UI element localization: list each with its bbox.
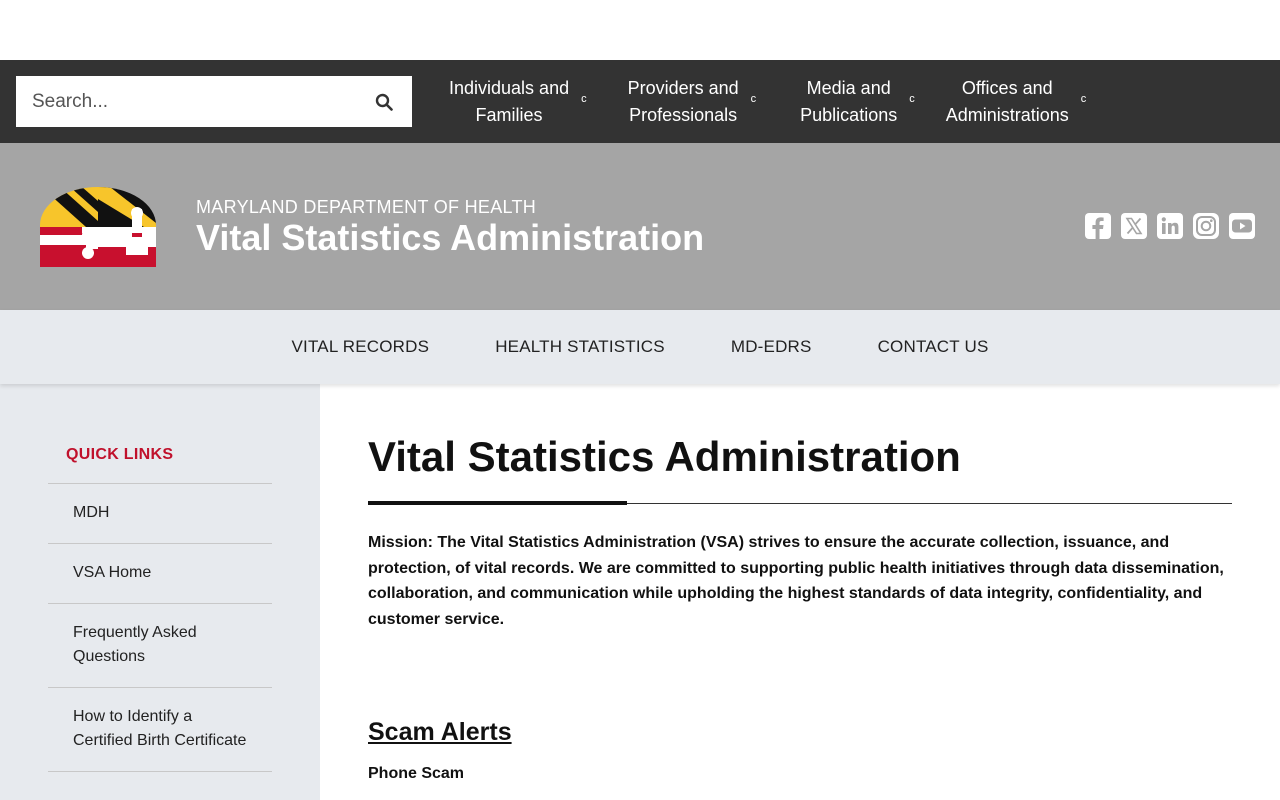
quick-links-title: QUICK LINKS (48, 446, 272, 484)
instagram-icon[interactable] (1192, 212, 1220, 240)
main-nav-label: Providers and Professionals (627, 77, 739, 125)
quick-link-identify-birth-certificate[interactable]: How to Identify a Certified Birth Certif… (48, 688, 272, 772)
mission-statement: Mission: The Vital Statistics Administra… (368, 534, 1224, 628)
chevron-down-icon: c (750, 93, 757, 105)
main-content: Vital Statistics Administration Mission:… (320, 384, 1280, 800)
search-box[interactable] (16, 76, 412, 127)
sub-nav-contact-us[interactable]: CONTACT US (878, 337, 989, 357)
search-icon[interactable] (374, 92, 394, 112)
chevron-down-icon: c (1080, 93, 1087, 105)
banner-titles: MARYLAND DEPARTMENT OF HEALTH Vital Stat… (196, 197, 704, 257)
site-banner: MARYLAND DEPARTMENT OF HEALTH Vital Stat… (0, 143, 1280, 310)
main-nav-providers-professionals[interactable]: Providers and Professionals c (628, 75, 757, 129)
scam-alerts-link[interactable]: Scam Alerts (368, 718, 512, 747)
sub-nav-vital-records[interactable]: VITAL RECORDS (292, 337, 430, 357)
quick-link-mdh[interactable]: MDH (48, 484, 272, 544)
department-name: MARYLAND DEPARTMENT OF HEALTH (196, 196, 537, 217)
youtube-icon[interactable] (1228, 212, 1256, 240)
facebook-icon[interactable] (1084, 212, 1112, 240)
chevron-down-icon: c (909, 93, 915, 105)
quick-link-faq[interactable]: Frequently Asked Questions (48, 604, 272, 688)
content-area: QUICK LINKS MDH VSA Home Frequently Aske… (0, 384, 1280, 800)
top-bar: Individuals andFamilies c Providers andP… (0, 60, 1280, 143)
linkedin-icon[interactable] (1156, 212, 1184, 240)
maryland-flag-logo[interactable] (40, 186, 156, 267)
phone-scam-heading: Phone Scam (368, 765, 465, 782)
main-nav-label: Individuals and Families (449, 77, 570, 125)
chevron-down-icon: c (581, 93, 587, 105)
social-links (1084, 212, 1256, 240)
divider-accent-line (368, 501, 627, 505)
main-nav-offices-administrations[interactable]: Offices and Administrations c (946, 75, 1087, 129)
search-input[interactable] (32, 90, 352, 113)
main-nav-label: Offices and Administrations (945, 77, 1069, 125)
main-nav: Individuals and Families c Providers and P… (412, 60, 1086, 143)
main-nav-media-publications[interactable]: Media and Publications c (800, 75, 915, 129)
title-divider (368, 501, 1232, 505)
main-nav-label: Media and Publications (800, 77, 898, 125)
sub-nav-md-edrs[interactable]: MD-EDRS (731, 337, 812, 357)
sub-nav-health-statistics[interactable]: HEALTH STATISTICS (495, 337, 665, 357)
agency-name[interactable]: Vital Statistics Administration (196, 218, 704, 257)
quick-link-vsa-home[interactable]: VSA Home (48, 544, 272, 604)
page-title: Vital Statistics Administration (368, 433, 961, 480)
top-whitespace (0, 0, 1280, 60)
x-twitter-icon[interactable] (1120, 212, 1148, 240)
quick-links-sidebar: QUICK LINKS MDH VSA Home Frequently Aske… (0, 384, 320, 800)
sub-nav: VITAL RECORDS HEALTH STATISTICS MD-EDRS … (0, 310, 1280, 384)
main-nav-individuals-families[interactable]: Individuals and Families c (449, 75, 587, 129)
